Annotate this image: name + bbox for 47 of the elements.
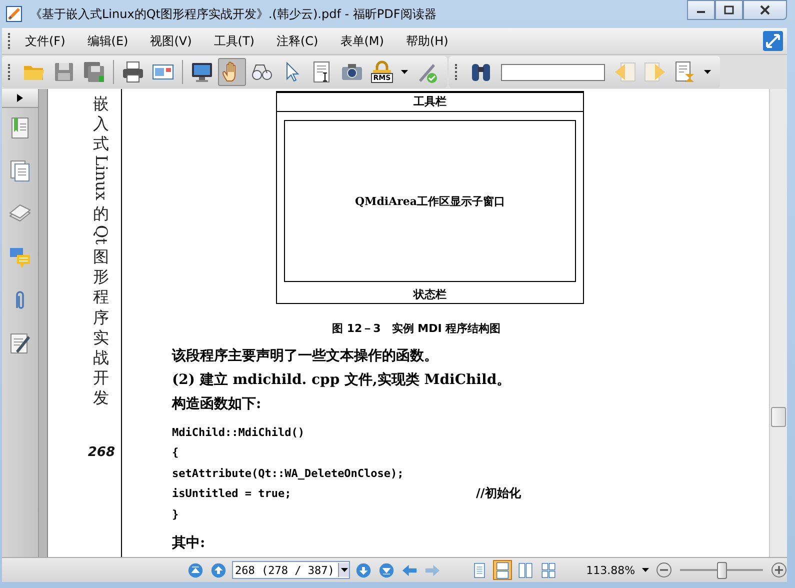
page-number: 268 <box>88 445 115 460</box>
restore-button[interactable] <box>715 0 743 20</box>
menu-item[interactable]: 注释(C) <box>270 30 326 52</box>
vertical-book-title: 嵌入式Linux的Qt图形程序实战开发 <box>93 95 109 409</box>
code-line: } <box>172 508 180 521</box>
code-line: isUntitled = true; <box>172 487 292 500</box>
diagram-area-label: QMdiArea工作区显示子窗口 <box>354 194 506 208</box>
code-line: setAttribute(Qt::WA_DeleteOnClose); <box>172 466 405 480</box>
menu-item[interactable]: 视图(V) <box>143 30 199 52</box>
diagram-status-label: 状态栏 <box>414 287 446 302</box>
caret-icon[interactable] <box>704 70 711 74</box>
code-line: MdiChild::MdiChild() <box>172 426 306 439</box>
zoom-level: 113.88% <box>586 564 636 576</box>
search-field[interactable] <box>501 64 605 80</box>
triangle-right-icon[interactable] <box>17 94 23 102</box>
expand-panel-button[interactable] <box>2 89 38 108</box>
figure-caption: 图 12－3 实例 MDI 程序结构图 <box>332 321 501 336</box>
hand-icon[interactable] <box>218 58 246 86</box>
page-number-field[interactable]: 268 (278 / 387) <box>232 561 350 579</box>
page-dropdown-button[interactable] <box>338 563 350 577</box>
caret-icon[interactable] <box>340 568 348 572</box>
body-text: 构造函数如下: <box>172 395 262 414</box>
menu-item[interactable]: 文件(F) <box>18 30 72 52</box>
zoom-out-icon[interactable] <box>656 562 672 578</box>
menu-item[interactable]: 工具(T) <box>206 30 262 52</box>
caret-icon[interactable] <box>401 70 408 74</box>
vertical-scrollbar[interactable] <box>769 89 787 557</box>
body-text: 该段程序主要声明了一些文本操作的函数。 <box>172 346 438 366</box>
body-text: 其中: <box>172 534 206 552</box>
slider-thumb[interactable] <box>716 562 727 578</box>
body-text: (2) 建立 mdichild. cpp 文件,实现类 MdiChild。 <box>172 370 511 390</box>
restore-icon[interactable] <box>724 5 734 15</box>
caret-icon[interactable] <box>642 568 650 572</box>
app-logo-icon <box>6 6 22 22</box>
menu-item[interactable]: 编辑(E) <box>80 30 136 52</box>
minimize-button[interactable] <box>687 0 715 20</box>
close-button[interactable] <box>743 0 787 20</box>
close-icon[interactable] <box>760 5 770 15</box>
menu-item[interactable]: 帮助(H) <box>398 30 456 52</box>
continuous-pages-icon[interactable] <box>493 560 512 580</box>
code-line: { <box>172 446 180 460</box>
diagram-toolbar-label: 工具栏 <box>277 93 583 112</box>
code-comment: //初始化 <box>476 485 521 502</box>
zoom-in-icon[interactable] <box>771 562 787 578</box>
menu-item[interactable]: 表单(M) <box>333 30 391 52</box>
expand-arrows-icon[interactable] <box>763 31 783 51</box>
window-title: 《基于嵌入式Linux的Qt图形程序实战开发》.(韩少云).pdf - 福昕PDF阅读器 <box>30 6 438 22</box>
